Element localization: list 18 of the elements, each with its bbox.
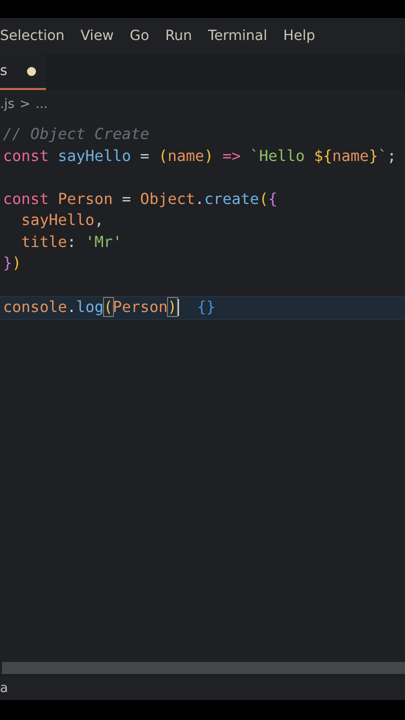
breadcrumb-file[interactable]: .js	[0, 96, 15, 112]
code-line: })	[2, 253, 22, 274]
code-line: title: 'Mr'	[20, 232, 123, 252]
horizontal-scrollbar[interactable]	[2, 662, 405, 674]
code-line: const Person = Object.create({	[2, 188, 278, 210]
menu-item[interactable]: Selection	[0, 28, 73, 44]
menu-item[interactable]: Terminal	[208, 28, 276, 44]
text-cursor	[176, 299, 179, 316]
code-line: sayHello,	[20, 210, 105, 231]
menu-item[interactable]: View	[80, 28, 122, 44]
breadcrumb-separator: >	[20, 96, 30, 112]
menu-item[interactable]: Run	[165, 28, 200, 44]
code-line: // Object Create	[2, 124, 150, 145]
menu-item[interactable]: Go	[130, 28, 158, 44]
status-text: a	[0, 680, 8, 696]
menu-item[interactable]: Help	[283, 28, 324, 44]
code-line: const sayHello = (name) => `Hello ${name}`;	[2, 146, 398, 166]
breadcrumb-symbol[interactable]: ...	[35, 96, 48, 112]
